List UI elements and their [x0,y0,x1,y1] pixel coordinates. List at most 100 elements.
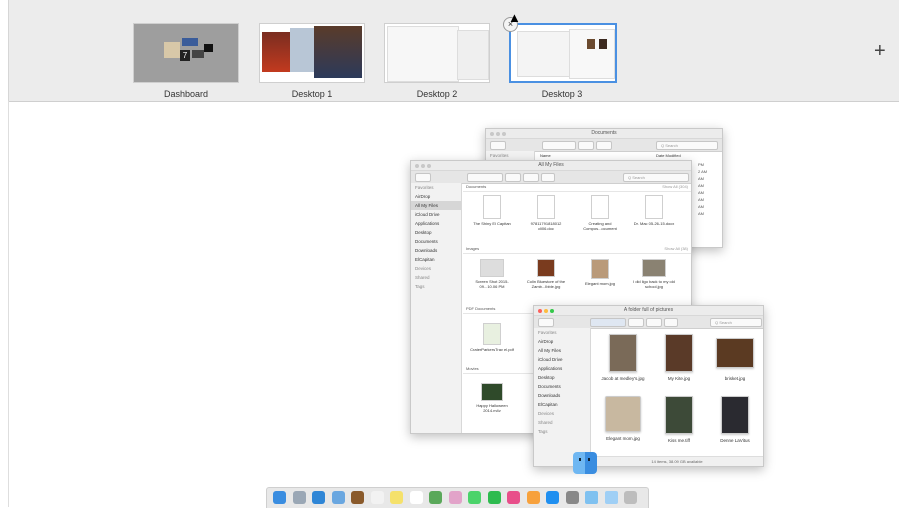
mail-icon[interactable] [331,491,345,504]
share-button[interactable] [541,173,555,182]
section-header-documents: Documents Show All (304) [463,183,691,192]
photo-item[interactable]: Elegant mom.jpg [595,396,651,441]
sidebar-item-all-my-files[interactable]: All My Files [534,346,590,355]
mouse-cursor-icon: ▲ [508,10,521,25]
search-field[interactable]: Q Search [623,173,689,182]
file-item[interactable]: Colin Bluestore of the Zamb...Ibble.jpg [523,259,569,289]
folder-icon[interactable] [585,491,598,504]
sidebar-item-airdrop[interactable]: AirDrop [534,337,590,346]
launchpad-icon[interactable] [292,491,306,504]
action-button[interactable] [523,173,539,182]
desktop-3-thumbnail [509,23,617,83]
search-field[interactable]: Q Search [710,318,762,327]
window-titlebar: A folder full of pictures [534,306,763,316]
sidebar-item-downloads[interactable]: Downloads [411,246,461,255]
date-column-values: PM 2 AM AM AM AM AM AM AM [698,162,708,216]
sidebar-heading: Favorites [415,185,434,190]
sidebar-item-elcapitan[interactable]: ElCapitan [534,400,590,409]
sidebar-item-desktop[interactable]: Desktop [534,373,590,382]
space-desktop-2[interactable]: Desktop 2 [384,23,490,99]
photo-item[interactable]: Jacob at medley's.jpg [595,334,651,381]
file-item[interactable]: Screen Shot 2015-09...10.06 PM [469,259,515,289]
back-forward-buttons[interactable] [490,141,506,150]
add-space-button[interactable]: + [874,40,886,63]
show-all-link[interactable]: Show All (304) [662,183,688,191]
arrange-button[interactable] [628,318,644,327]
calculator-widget [164,42,180,58]
show-all-link[interactable]: Show All (38) [664,245,688,253]
column-name[interactable]: Name [540,153,551,158]
sidebar-item-icloud-drive[interactable]: iCloud Drive [411,210,461,219]
sidebar: Favorites AirDrop All My Files iCloud Dr… [411,183,462,433]
arrange-button[interactable] [505,173,521,182]
app-store-icon[interactable] [546,491,559,504]
file-item[interactable]: Elegant mom.jpg [577,259,623,286]
search-field[interactable]: Q Search [656,141,718,150]
view-mode-buttons[interactable] [590,318,626,327]
pictures-window[interactable]: A folder full of pictures Q Search Favor… [533,305,764,467]
image-thumbnail [591,259,609,279]
sidebar-item-desktop[interactable]: Desktop [411,228,461,237]
sidebar-heading: Shared [415,275,430,280]
sidebar-item-airdrop[interactable]: AirDrop [411,192,461,201]
sidebar-item-documents[interactable]: Documents [411,237,461,246]
sidebar-item-documents[interactable]: Documents [534,382,590,391]
system-preferences-icon[interactable] [565,491,579,504]
file-item[interactable]: The Shiny El Capitan [469,195,515,226]
safari-icon[interactable] [312,491,325,504]
action-button[interactable] [596,141,612,150]
file-item[interactable]: Dr. Mac 05-26-15.docx [631,195,677,226]
photo-item[interactable]: Kiss me.tiff [651,396,707,443]
share-button[interactable] [664,318,678,327]
dashboard-thumbnail: 7 [133,23,239,83]
window-preview [517,31,575,77]
column-date-modified[interactable]: Date Modified [656,153,681,158]
sidebar-item-downloads[interactable]: Downloads [534,391,590,400]
notes-icon[interactable] [390,491,403,504]
calendar-icon[interactable] [370,491,384,504]
file-item[interactable]: Creating and Compos...ocument [577,195,623,231]
photo-thumbnail [665,334,693,372]
sidebar-item-icloud-drive[interactable]: iCloud Drive [534,355,590,364]
photo-thumbnail [665,396,693,434]
sidebar-item-elcapitan[interactable]: ElCapitan [411,255,461,264]
clock-widget [204,44,213,52]
pdf-icon [483,323,501,345]
sidebar-item-all-my-files[interactable]: All My Files [411,201,461,210]
photo-item[interactable]: My Kite.jpg [651,334,707,381]
finder-icon[interactable] [273,491,286,504]
sidebar-item-applications[interactable]: Applications [411,219,461,228]
itunes-icon[interactable] [507,491,520,504]
maps-icon[interactable] [429,491,442,504]
facetime-icon[interactable] [487,491,501,504]
ibooks-icon[interactable] [526,491,540,504]
action-button[interactable] [646,318,662,327]
file-item[interactable]: CraterParkersTrav el.pdf [469,323,515,352]
view-mode-buttons[interactable] [467,173,503,182]
contacts-icon[interactable] [351,491,364,504]
view-mode-buttons[interactable] [542,141,576,150]
space-label: Desktop 3 [541,89,583,99]
trash-icon[interactable] [624,491,637,504]
photos-icon[interactable] [448,491,462,504]
space-desktop-3[interactable]: Desktop 3 [509,23,617,99]
file-item[interactable]: Happy Halloween 2014.m4v [469,383,515,413]
back-forward-buttons[interactable] [415,173,431,182]
sidebar-item-applications[interactable]: Applications [534,364,590,373]
photo-item[interactable]: Denne LaVitus [707,396,763,443]
space-desktop-1[interactable]: Desktop 1 [259,23,365,99]
file-item[interactable]: I did ligo back to my old school.jpg [631,259,677,289]
back-forward-buttons[interactable] [538,318,554,327]
arrange-button[interactable] [578,141,594,150]
space-dashboard[interactable]: 7 Dashboard [133,23,239,99]
finder-icon[interactable] [573,452,597,474]
reminders-icon[interactable] [409,491,423,504]
photo-preview [587,39,595,49]
file-item[interactable]: 97811791818012 cli06.doc [523,195,569,231]
messages-icon[interactable] [468,491,481,504]
sidebar: Favorites AirDrop All My Files iCloud Dr… [534,328,591,466]
space-label: Dashboard [163,89,209,99]
downloads-icon[interactable] [604,491,618,504]
minimize-window-button [544,309,548,313]
photo-item[interactable]: brisket.jpg [707,334,763,381]
